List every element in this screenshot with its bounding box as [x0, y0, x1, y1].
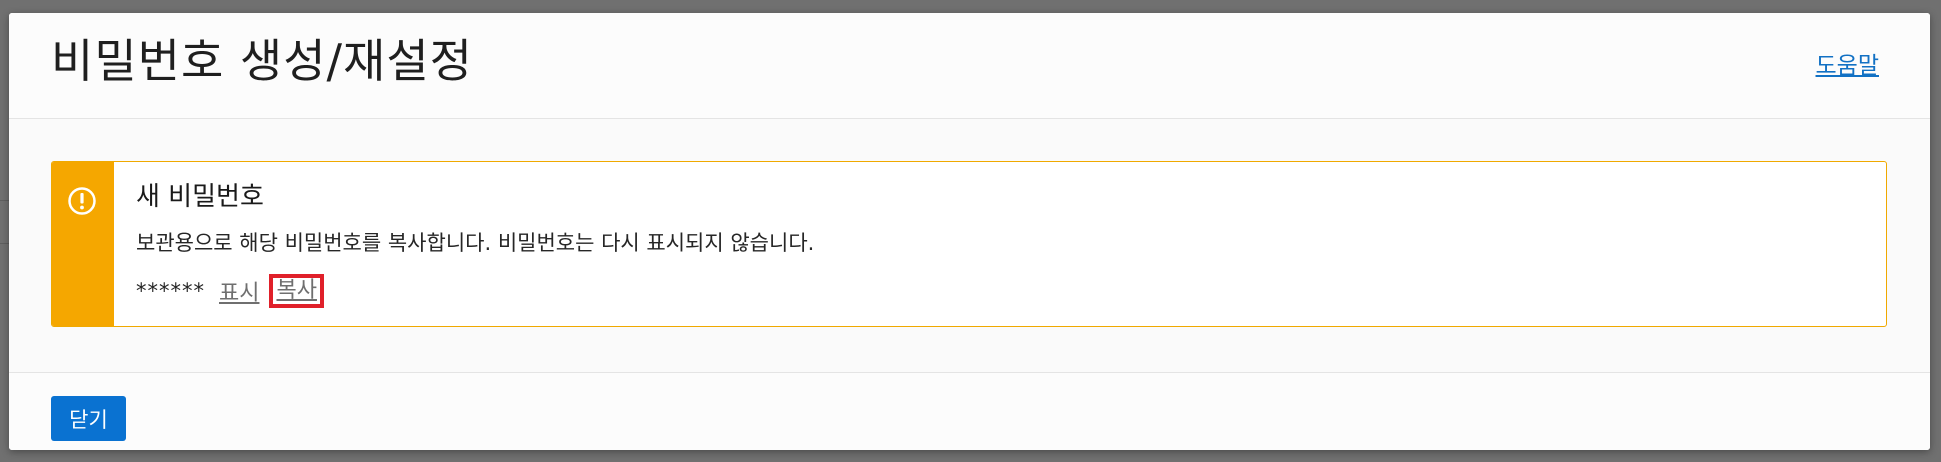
dialog-title: 비밀번호 생성/재설정 [51, 34, 474, 88]
exclamation-circle-icon [68, 187, 96, 215]
dialog-header: 비밀번호 생성/재설정 도움말 [9, 13, 1930, 119]
message-content: 새 비밀번호 보관용으로 해당 비밀번호를 복사합니다. 비밀번호는 다시 표시… [136, 162, 1866, 326]
close-button[interactable]: 닫기 [51, 396, 126, 441]
dialog-body: 새 비밀번호 보관용으로 해당 비밀번호를 복사합니다. 비밀번호는 다시 표시… [9, 119, 1930, 373]
copy-password-link[interactable]: 복사 [269, 274, 324, 308]
dialog-footer: 닫기 [9, 373, 1930, 450]
password-row: ****** 표시 복사 [136, 272, 324, 310]
help-link[interactable]: 도움말 [1816, 51, 1879, 81]
show-password-link[interactable]: 표시 [219, 275, 259, 307]
message-text: 보관용으로 해당 비밀번호를 복사합니다. 비밀번호는 다시 표시되지 않습니다… [136, 231, 815, 255]
message-title: 새 비밀번호 [136, 182, 264, 212]
warning-stripe [52, 162, 114, 326]
new-password-message: 새 비밀번호 보관용으로 해당 비밀번호를 복사합니다. 비밀번호는 다시 표시… [51, 161, 1887, 327]
password-dialog: 비밀번호 생성/재설정 도움말 새 비밀번호 보관용으로 해당 비밀번호를 복사… [9, 13, 1930, 450]
password-mask: ****** [136, 279, 205, 303]
